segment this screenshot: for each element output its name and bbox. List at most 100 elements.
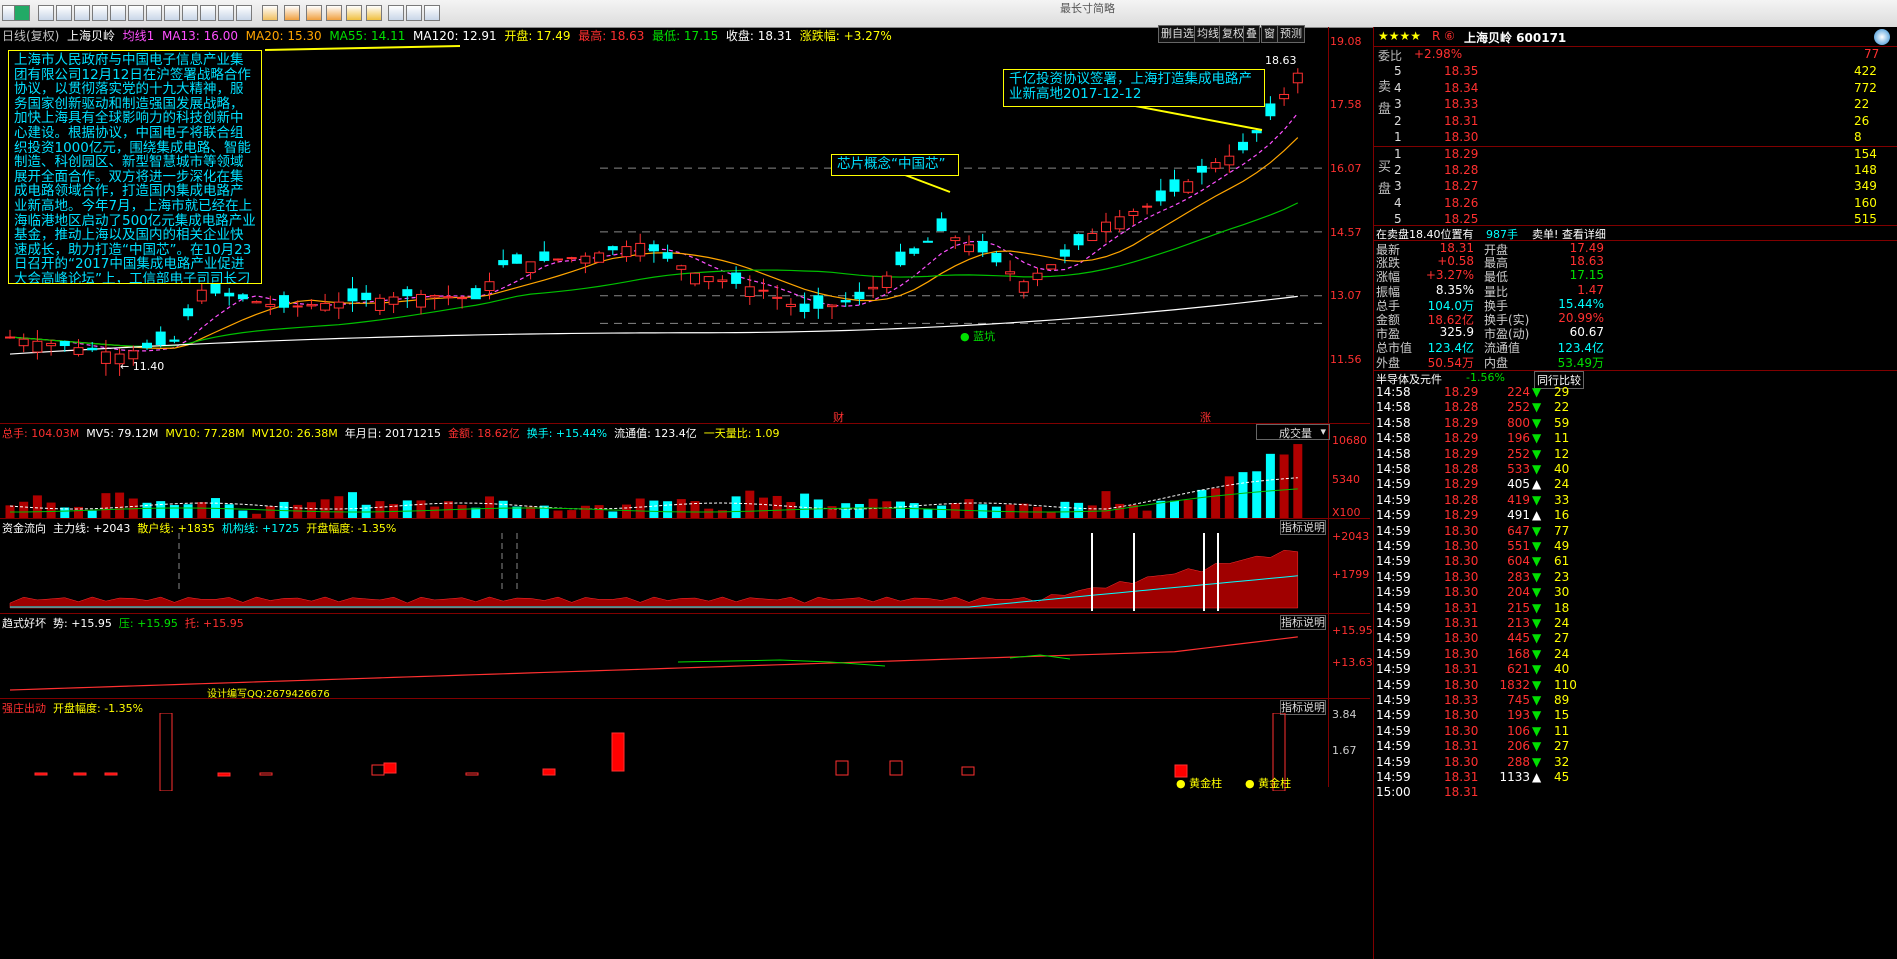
tool-icon-18[interactable] <box>406 5 422 21</box>
tick-row[interactable]: 14:59 18.29 405 ▲ 24 <box>1374 477 1897 492</box>
tool-icon-5[interactable] <box>110 5 126 21</box>
sell-level-row[interactable]: 4 18.34 772 <box>1374 81 1897 96</box>
news-box-high[interactable]: 千亿投资协议签署，上海打造集成电路产业新高地2017-12-12 <box>1003 69 1265 107</box>
tool-icon-4[interactable] <box>92 5 108 21</box>
strong-chart[interactable] <box>0 713 1328 791</box>
tool-icon-15[interactable] <box>326 5 342 21</box>
buy-level-row[interactable]: 3 18.27 349 <box>1374 179 1897 194</box>
tick-row[interactable]: 14:59 18.30 204 ▼ 30 <box>1374 585 1897 600</box>
trend-tick: +13.63 <box>1332 656 1373 669</box>
news-box-main[interactable]: 上海市人民政府与中国电子信息产业集团有限公司12月12日在沪签署战略合作协议，以… <box>8 50 262 284</box>
candle-body <box>361 292 372 301</box>
sell-level-row[interactable]: 1 18.30 8 <box>1374 130 1897 145</box>
chart-icon[interactable] <box>262 5 278 21</box>
tool-icon-8[interactable] <box>164 5 180 21</box>
tick-row[interactable]: 14:58 18.29 252 ▼ 12 <box>1374 447 1897 462</box>
strong-bar <box>835 760 849 776</box>
home-icon[interactable] <box>424 5 440 21</box>
tick-row[interactable]: 14:59 18.30 106 ▼ 11 <box>1374 724 1897 739</box>
trend-chart[interactable] <box>0 628 1328 698</box>
big-order-notice[interactable]: 在卖盘18.40位置有 987手 卖单! 查看详细 <box>1374 225 1897 241</box>
tool-icon-2[interactable] <box>56 5 72 21</box>
buy-level-row[interactable]: 4 18.26 160 <box>1374 196 1897 211</box>
sell-level-row[interactable]: 2 18.31 26 <box>1374 114 1897 129</box>
tick-row[interactable]: 14:59 18.30 1832 ▼ 110 <box>1374 678 1897 693</box>
tool-icon-16[interactable] <box>346 5 362 21</box>
buy-level-row[interactable]: 1 18.29 154 <box>1374 146 1897 162</box>
tick-row[interactable]: 14:59 18.31 621 ▼ 40 <box>1374 662 1897 677</box>
tick-count: 110 <box>1554 677 1577 692</box>
tick-row[interactable]: 14:58 18.29 196 ▼ 11 <box>1374 431 1897 446</box>
buy-level-row[interactable]: 2 18.28 148 <box>1374 163 1897 178</box>
strong-bar <box>259 772 273 776</box>
candle-body <box>429 295 440 298</box>
tick-row[interactable]: 14:59 18.31 1133 ▲ 45 <box>1374 770 1897 785</box>
tool-icon-3[interactable] <box>74 5 90 21</box>
volume-bar <box>238 510 248 518</box>
tick-row[interactable]: 14:59 18.33 745 ▼ 89 <box>1374 693 1897 708</box>
sell-price: 18.34 <box>1444 80 1479 95</box>
news-box-chip[interactable]: 芯片概念“中国芯” <box>831 154 959 176</box>
tick-price: 18.30 <box>1444 723 1479 738</box>
tool-icon-9[interactable] <box>182 5 198 21</box>
tick-row[interactable]: 14:58 18.29 224 ▼ 29 <box>1374 385 1897 400</box>
tool-icon-10[interactable] <box>200 5 216 21</box>
candle-body <box>731 272 742 284</box>
tool-icon-13[interactable] <box>284 5 300 21</box>
green-app-icon[interactable] <box>14 5 30 21</box>
candle-body <box>964 244 974 253</box>
sell-level-row[interactable]: 5 18.35 422 <box>1374 64 1897 79</box>
candle-body <box>470 288 481 300</box>
tick-row[interactable]: 14:58 18.28 252 ▼ 22 <box>1374 400 1897 415</box>
tick-row[interactable]: 14:59 18.31 206 ▼ 27 <box>1374 739 1897 754</box>
tick-row[interactable]: 14:59 18.29 491 ▲ 16 <box>1374 508 1897 523</box>
tool-icon-6[interactable] <box>128 5 144 21</box>
tick-row[interactable]: 14:58 18.29 800 ▼ 59 <box>1374 416 1897 431</box>
fund-flow-chart[interactable] <box>0 533 1328 613</box>
candle-body <box>799 303 810 312</box>
tick-row[interactable]: 14:59 18.31 213 ▼ 24 <box>1374 616 1897 631</box>
tick-row[interactable]: 15:00 18.31 <box>1374 785 1897 800</box>
candle-body <box>1128 210 1139 216</box>
tick-row[interactable]: 14:58 18.28 533 ▼ 40 <box>1374 462 1897 477</box>
candle-body <box>785 303 796 308</box>
tick-price: 18.29 <box>1444 385 1479 399</box>
tick-row[interactable]: 14:59 18.30 193 ▼ 15 <box>1374 708 1897 723</box>
tick-row[interactable]: 14:59 18.28 419 ▼ 33 <box>1374 493 1897 508</box>
volume-bar <box>991 506 1001 518</box>
tool-icon-11[interactable] <box>218 5 234 21</box>
tool-icon-17[interactable] <box>388 5 404 21</box>
candle-body <box>1059 249 1070 257</box>
tick-row[interactable]: 14:59 18.30 604 ▼ 61 <box>1374 554 1897 569</box>
tool-icon-1[interactable] <box>38 5 54 21</box>
tick-row[interactable]: 14:59 18.30 551 ▼ 49 <box>1374 539 1897 554</box>
globe-icon[interactable] <box>1874 29 1890 45</box>
tick-row[interactable]: 14:59 18.30 168 ▼ 24 <box>1374 647 1897 662</box>
volume-bar <box>909 503 919 518</box>
toolbar: 最长寸简略 <box>0 0 1897 28</box>
tick-row[interactable]: 14:59 18.30 283 ▼ 23 <box>1374 570 1897 585</box>
sell-level-row[interactable]: 3 18.33 22 <box>1374 97 1897 112</box>
tick-row[interactable]: 14:59 18.30 445 ▼ 27 <box>1374 631 1897 646</box>
clock-icon[interactable] <box>366 5 382 21</box>
tool-icon-14[interactable] <box>306 5 322 21</box>
tick-row[interactable]: 14:59 18.30 647 ▼ 77 <box>1374 524 1897 539</box>
quote-v2: 17.15 <box>1569 268 1604 283</box>
buy-level-row[interactable]: 5 18.25 515 <box>1374 212 1897 227</box>
volume-chart[interactable] <box>0 438 1328 518</box>
gold-bar-label-2: ● 黄金柱 <box>1245 777 1292 790</box>
tick-count: 18 <box>1554 600 1570 615</box>
sell-price: 18.30 <box>1444 130 1479 144</box>
volume-bar <box>704 508 714 518</box>
arrow-down-icon: ▼ <box>1532 693 1542 707</box>
tool-icon-7[interactable] <box>146 5 162 21</box>
candle-body <box>676 265 687 270</box>
volume-bar <box>854 503 864 518</box>
strong-bar <box>889 760 903 776</box>
strong-bar <box>73 772 87 776</box>
quote-l1: 外盘 <box>1376 355 1401 370</box>
tool-icon-12[interactable] <box>236 5 252 21</box>
sell-vol: 8 <box>1854 130 1862 144</box>
tick-row[interactable]: 14:59 18.30 288 ▼ 32 <box>1374 755 1897 770</box>
tick-row[interactable]: 14:59 18.31 215 ▼ 18 <box>1374 601 1897 616</box>
